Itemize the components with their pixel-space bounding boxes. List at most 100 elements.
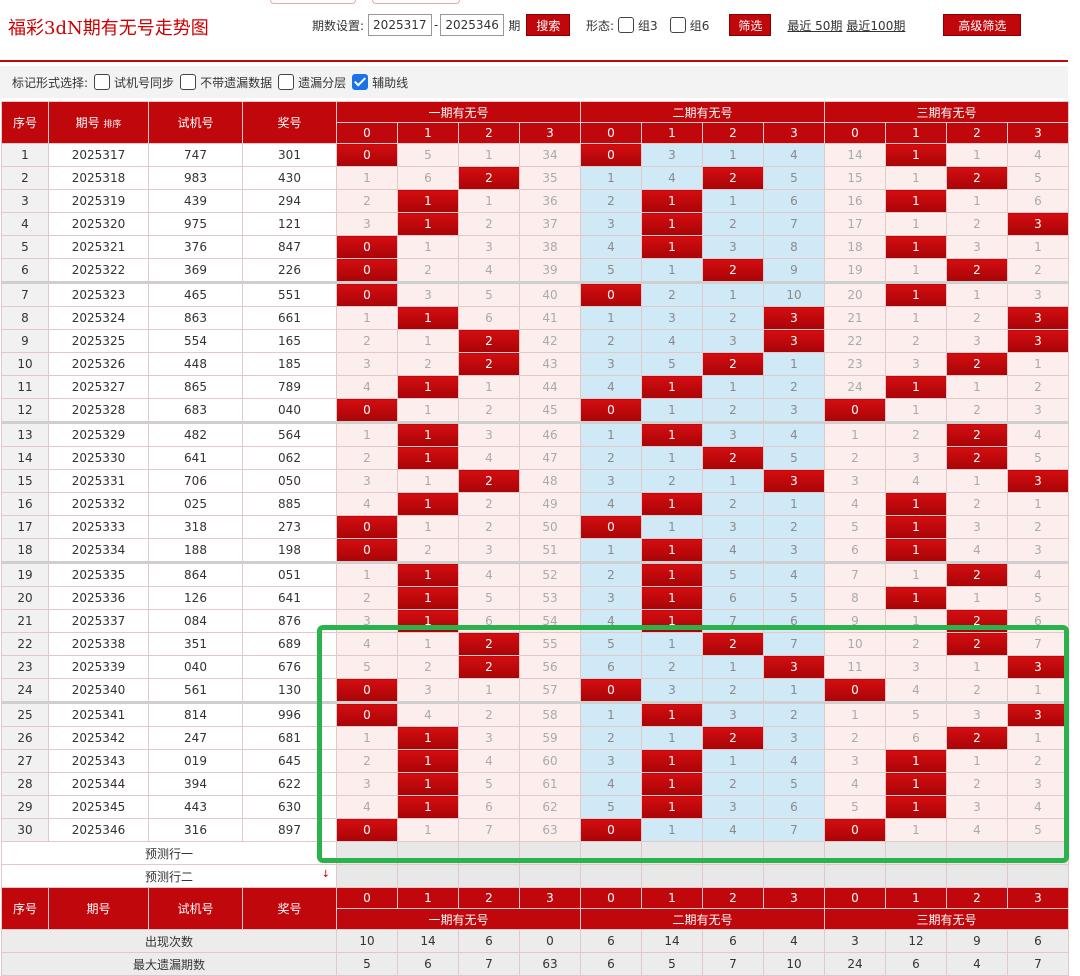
miss-cell: 5 bbox=[580, 795, 642, 819]
hit-cell: 0 bbox=[336, 281, 398, 307]
predict-cell[interactable] bbox=[641, 841, 703, 865]
miss-cell: 1 bbox=[885, 609, 947, 633]
test-number-cell: 747 bbox=[148, 143, 243, 167]
miss-cell: 3 bbox=[336, 772, 398, 796]
predict-cell[interactable] bbox=[824, 864, 886, 888]
miss-cell: 2 bbox=[1007, 515, 1069, 539]
predict-row[interactable]: 预测行二 ↓ bbox=[1, 864, 1069, 888]
miss-cell: 1 bbox=[885, 818, 947, 842]
sort-toggle[interactable]: 排序 bbox=[103, 120, 121, 130]
search-button[interactable]: 搜索 bbox=[526, 14, 571, 36]
hit-cell: 1 bbox=[397, 421, 459, 447]
predict-cell[interactable] bbox=[763, 841, 825, 865]
predict-row[interactable]: 预测行一 bbox=[1, 841, 1069, 865]
header-divider bbox=[0, 60, 1068, 62]
predict-cell[interactable] bbox=[519, 864, 581, 888]
test-number-cell: 126 bbox=[148, 586, 243, 610]
prize-number-cell: 564 bbox=[242, 421, 337, 447]
head-digit: 2 bbox=[458, 122, 520, 144]
period-from-input[interactable]: 2025317 bbox=[368, 14, 433, 36]
period-to-input[interactable]: 2025346 bbox=[440, 14, 505, 36]
option-checkbox[interactable] bbox=[180, 74, 197, 90]
recent-50-link[interactable]: 最近 50期 bbox=[787, 17, 842, 34]
miss-cell: 4 bbox=[580, 375, 642, 399]
hit-cell: 2 bbox=[458, 655, 520, 679]
miss-cell: 6 bbox=[885, 726, 947, 750]
predict-row-label[interactable]: 预测行二 ↓ bbox=[1, 864, 337, 888]
seq-cell: 23 bbox=[1, 655, 49, 679]
test-number-cell: 351 bbox=[148, 632, 243, 656]
predict-cell[interactable] bbox=[397, 841, 459, 865]
stats-value: 24 bbox=[824, 952, 886, 976]
issue-cell: 2025338 bbox=[48, 632, 149, 656]
form-filter: 形态: 组3 组6 筛选 最近 50期 最近100期 高级筛选 bbox=[586, 14, 1022, 36]
predict-cell[interactable] bbox=[824, 841, 886, 865]
head-issue[interactable]: 期号 排序 bbox=[48, 101, 149, 144]
seq-cell: 16 bbox=[1, 492, 49, 516]
recent-100-link[interactable]: 最近100期 bbox=[846, 17, 905, 34]
option-assist-line[interactable]: 辅助线 bbox=[352, 74, 408, 91]
issue-cell: 2025343 bbox=[48, 749, 149, 773]
predict-cell[interactable] bbox=[885, 864, 947, 888]
predict-cell[interactable] bbox=[641, 864, 703, 888]
hit-cell: 0 bbox=[824, 398, 886, 423]
miss-cell: 2 bbox=[702, 772, 764, 796]
group6-checkbox[interactable] bbox=[669, 17, 686, 33]
filter-button[interactable]: 筛选 bbox=[729, 14, 772, 36]
predict-cell[interactable] bbox=[580, 841, 642, 865]
miss-cell: 1 bbox=[885, 306, 947, 330]
option-miss-layer[interactable]: 遗漏分层 bbox=[278, 74, 346, 91]
hit-cell: 0 bbox=[824, 678, 886, 703]
miss-cell: 3 bbox=[763, 726, 825, 750]
predict-cell[interactable] bbox=[580, 864, 642, 888]
option-no-miss-data[interactable]: 不带遗漏数据 bbox=[180, 74, 272, 91]
predict-cell[interactable] bbox=[946, 864, 1008, 888]
miss-cell: 18 bbox=[824, 235, 886, 259]
predict-cell[interactable] bbox=[458, 864, 520, 888]
miss-cell: 2 bbox=[702, 212, 764, 236]
top-tab-stub[interactable] bbox=[372, 0, 460, 4]
predict-cell[interactable] bbox=[519, 841, 581, 865]
table-row: 4 2025320 975 121 3 1 2 37 3 1 2 7 17 1 2 3 bbox=[1, 212, 1069, 236]
predict-cell[interactable] bbox=[1007, 864, 1069, 888]
advanced-filter-button[interactable]: 高级筛选 bbox=[943, 14, 1022, 36]
predict-cell[interactable] bbox=[1007, 841, 1069, 865]
hit-cell: 0 bbox=[824, 818, 886, 842]
miss-cell: 3 bbox=[397, 678, 459, 703]
group3-checkbox[interactable] bbox=[618, 17, 635, 33]
miss-cell: 3 bbox=[885, 352, 947, 376]
test-number-cell: 025 bbox=[148, 492, 243, 516]
miss-cell: 4 bbox=[763, 421, 825, 447]
prize-number-cell: 301 bbox=[242, 143, 337, 167]
prize-number-cell: 689 bbox=[242, 632, 337, 656]
miss-cell: 2 bbox=[885, 329, 947, 353]
option-test-sync[interactable]: 试机号同步 bbox=[94, 74, 174, 91]
predict-cell[interactable] bbox=[702, 841, 764, 865]
predict-cell[interactable] bbox=[397, 864, 459, 888]
top-tab-stub[interactable] bbox=[270, 0, 356, 4]
predict-cell[interactable] bbox=[702, 864, 764, 888]
predict-cell[interactable] bbox=[885, 841, 947, 865]
miss-cell: 1 bbox=[397, 469, 459, 493]
miss-cell: 1 bbox=[946, 469, 1008, 493]
prize-number-cell: 885 bbox=[242, 492, 337, 516]
predict-cell[interactable] bbox=[336, 841, 398, 865]
option-checkbox[interactable] bbox=[94, 74, 111, 90]
test-number-cell: 864 bbox=[148, 561, 243, 587]
predict-cell[interactable] bbox=[946, 841, 1008, 865]
miss-cell: 3 bbox=[702, 795, 764, 819]
seq-cell: 17 bbox=[1, 515, 49, 539]
hit-cell: 1 bbox=[885, 235, 947, 259]
option-checkbox[interactable] bbox=[278, 74, 295, 90]
miss-cell: 2 bbox=[580, 726, 642, 750]
miss-cell: 15 bbox=[824, 166, 886, 190]
down-arrow-icon[interactable]: ↓ bbox=[322, 869, 330, 880]
miss-cell: 6 bbox=[824, 538, 886, 563]
miss-cell: 4 bbox=[1007, 421, 1069, 447]
predict-cell[interactable] bbox=[763, 864, 825, 888]
predict-cell[interactable] bbox=[336, 864, 398, 888]
predict-row-label[interactable]: 预测行一 bbox=[1, 841, 337, 865]
hit-cell: 2 bbox=[946, 609, 1008, 633]
option-checkbox-checked[interactable] bbox=[352, 74, 369, 90]
predict-cell[interactable] bbox=[458, 841, 520, 865]
